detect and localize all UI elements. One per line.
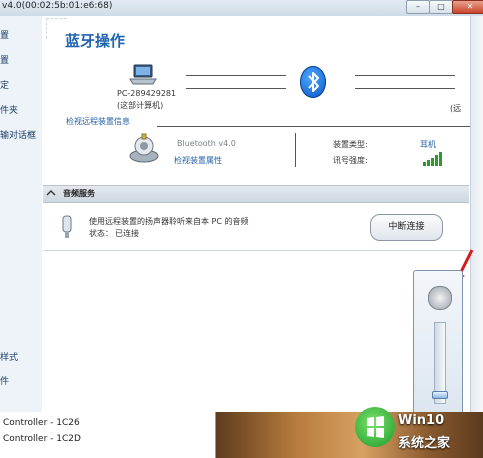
connection-line: [355, 88, 455, 89]
sidebar-item-3[interactable]: 定: [0, 78, 9, 91]
watermark-line2: 系统之家: [398, 436, 451, 451]
check-remote-info-link[interactable]: 检视远程装置信息: [66, 116, 130, 127]
watermark-line1: Win10: [398, 413, 445, 428]
sidebar-item-4[interactable]: 件夹: [0, 103, 18, 116]
audio-status-value: 已连接: [115, 229, 139, 238]
audio-services-header[interactable]: [43, 185, 469, 203]
list-item[interactable]: Controller - 1C26: [3, 418, 80, 428]
computer-icon: [129, 64, 157, 85]
remote-device-subtitle: (远: [450, 104, 462, 113]
check-device-properties-link[interactable]: 检视装置属性: [174, 155, 222, 166]
headset-device-icon: [129, 133, 159, 163]
audio-services-title: 音频服务: [63, 189, 95, 198]
dashed-divider: [46, 18, 67, 39]
win10-logo: [355, 407, 395, 447]
connection-line: [186, 75, 286, 76]
bluetooth-version: Bluetooth v4.0: [177, 139, 236, 148]
bluetooth-icon: [300, 66, 326, 98]
disconnect-button[interactable]: 中断连接: [370, 214, 443, 241]
sidebar-item-5[interactable]: 输对话框: [0, 128, 36, 141]
list-item[interactable]: Controller - 1C2D: [3, 434, 81, 444]
connection-line: [186, 88, 286, 89]
section-divider: [43, 250, 469, 251]
sidebar-item-7[interactable]: 件: [0, 374, 9, 387]
page-title: 蓝牙操作: [65, 32, 126, 50]
audio-status-label: 状态：: [89, 229, 113, 238]
sidebar-item-2[interactable]: 置: [0, 53, 9, 66]
sidebar-item-1[interactable]: 置: [0, 28, 9, 41]
pc-subtitle: (这部计算机): [117, 101, 164, 110]
maximize-button[interactable]: □: [429, 0, 453, 14]
device-type-value: 耳机: [420, 140, 436, 149]
connection-line: [355, 75, 455, 76]
pc-name: PC-289429281: [117, 89, 177, 98]
device-type-label: 装置类型:: [333, 140, 368, 149]
minimize-button[interactable]: –: [406, 0, 430, 14]
vertical-divider: [295, 133, 296, 167]
signal-strength-label: 讯号强度:: [333, 156, 368, 165]
divider: [157, 126, 470, 127]
headphone-icon: [62, 215, 72, 238]
window-title: v4.0(00:02:5b:01:e6:68): [2, 1, 113, 11]
volume-slider-thumb[interactable]: [432, 391, 448, 399]
close-button[interactable]: ✕: [452, 0, 483, 14]
sidebar-item-6[interactable]: 样式: [0, 350, 18, 363]
vertical-scrollbar[interactable]: [470, 16, 483, 412]
speaker-icon[interactable]: [428, 286, 452, 310]
audio-service-description: 使用远程装置的扬声器聆听来自本 PC 的音频: [89, 217, 249, 226]
signal-strength-icon: [423, 152, 442, 166]
collapse-arrow-icon[interactable]: [46, 189, 56, 197]
